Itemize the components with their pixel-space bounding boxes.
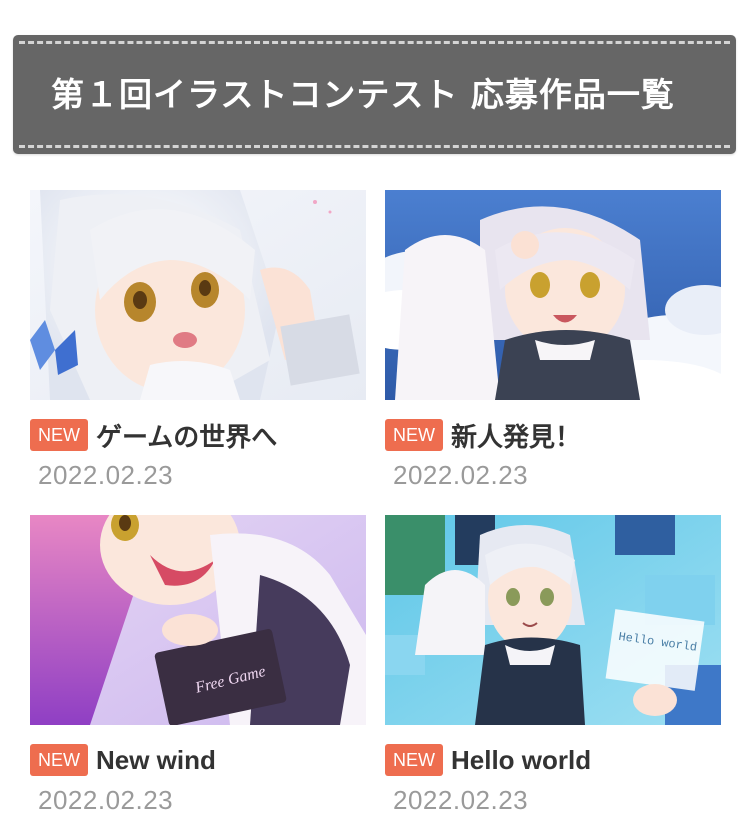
- entry-date: 2022.02.23: [393, 785, 529, 815]
- entry-date: 2022.02.23: [38, 460, 174, 490]
- artwork-game-world: [30, 190, 366, 400]
- new-badge: NEW: [30, 744, 88, 776]
- entry-title[interactable]: ゲームの世界へ: [96, 417, 277, 454]
- entry-date: 2022.02.23: [393, 460, 529, 490]
- entry-date: 2022.02.23: [38, 785, 174, 815]
- entry-title[interactable]: 新人発見！: [451, 417, 581, 454]
- artwork-hello-world: Hello world: [385, 515, 721, 725]
- new-badge: NEW: [385, 744, 443, 776]
- entry-title[interactable]: Hello world: [451, 745, 591, 776]
- entry-title-row[interactable]: NEW New wind: [30, 743, 216, 777]
- entry-title-row[interactable]: NEW Hello world: [385, 743, 591, 777]
- entry-thumbnail[interactable]: [30, 190, 366, 400]
- artwork-new-discovery: [385, 190, 721, 400]
- entry-title-row[interactable]: NEW 新人発見！: [385, 418, 581, 452]
- artwork-new-wind: Free Game: [30, 515, 366, 725]
- contest-banner: 第１回イラストコンテスト 応募作品一覧: [13, 35, 736, 154]
- page-title: 第１回イラストコンテスト 応募作品一覧: [51, 75, 675, 114]
- new-badge: NEW: [30, 419, 88, 451]
- entry-thumbnail[interactable]: [385, 190, 721, 400]
- entry-thumbnail[interactable]: Hello world: [385, 515, 721, 725]
- entry-thumbnail[interactable]: Free Game: [30, 515, 366, 725]
- new-badge: NEW: [385, 419, 443, 451]
- entry-title[interactable]: New wind: [96, 745, 216, 776]
- banner-dashed-border-bottom: [19, 145, 730, 148]
- entry-title-row[interactable]: NEW ゲームの世界へ: [30, 418, 277, 452]
